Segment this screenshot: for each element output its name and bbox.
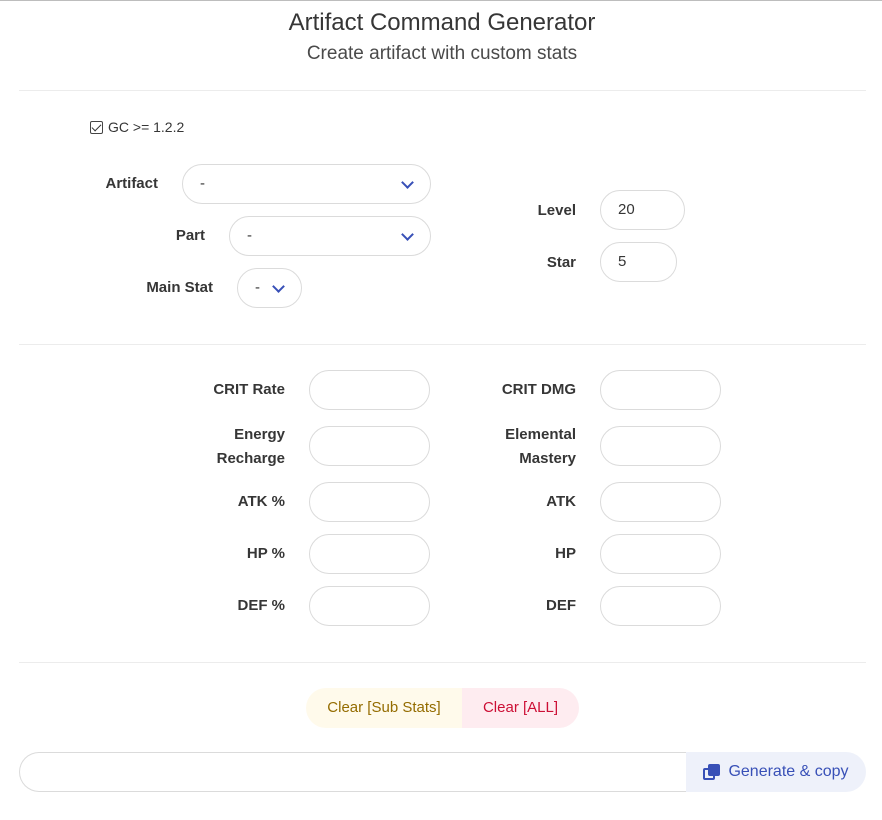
gc-version-checkbox[interactable]: GC >= 1.2.2 <box>90 119 184 135</box>
hp-label: HP <box>555 545 576 562</box>
divider <box>19 90 866 91</box>
clear-all-button[interactable]: Clear [ALL] <box>462 688 579 728</box>
energy-recharge-input[interactable] <box>309 426 430 466</box>
chevron-down-icon <box>272 280 285 293</box>
main-stat-select-value: - <box>255 279 260 296</box>
main-stat-label: Main Stat <box>146 279 213 296</box>
artifact-select-value: - <box>200 175 205 192</box>
atk-label: ATK <box>546 493 576 510</box>
energy-recharge-label: Energy Recharge <box>180 423 285 471</box>
generate-copy-button[interactable]: Generate & copy <box>686 752 866 792</box>
crit-rate-input[interactable] <box>309 370 430 410</box>
star-label: Star <box>546 254 576 271</box>
atk-pct-input[interactable] <box>309 482 430 522</box>
crit-dmg-input[interactable] <box>600 370 721 410</box>
main-stat-select[interactable]: - <box>237 268 302 308</box>
copy-icon <box>703 763 721 781</box>
elemental-mastery-input[interactable] <box>600 426 721 466</box>
level-input[interactable]: 20 <box>600 190 685 230</box>
divider <box>19 662 866 663</box>
hp-pct-input[interactable] <box>309 534 430 574</box>
level-label: Level <box>537 202 576 219</box>
star-input[interactable]: 5 <box>600 242 677 282</box>
generate-copy-label: Generate & copy <box>728 763 849 780</box>
part-select[interactable]: - <box>229 216 431 256</box>
chevron-down-icon <box>401 228 414 241</box>
crit-dmg-label: CRIT DMG <box>501 381 576 398</box>
elemental-mastery-label-line1: Elemental <box>505 426 576 443</box>
artifact-select[interactable]: - <box>182 164 431 204</box>
part-label: Part <box>175 227 205 244</box>
chevron-down-icon <box>401 176 414 189</box>
def-label: DEF <box>546 597 576 614</box>
part-select-value: - <box>247 227 252 244</box>
divider <box>19 344 866 345</box>
atk-input[interactable] <box>600 482 721 522</box>
artifact-label: Artifact <box>105 175 158 192</box>
page-title: Artifact Command Generator <box>288 9 596 36</box>
def-input[interactable] <box>600 586 721 626</box>
checkbox-checked-icon[interactable] <box>90 120 103 134</box>
crit-rate-label: CRIT Rate <box>213 381 285 398</box>
command-output-field[interactable] <box>19 752 687 792</box>
energy-recharge-label-line2: Recharge <box>216 450 285 467</box>
def-pct-label: DEF % <box>237 597 285 614</box>
elemental-mastery-label-line2: Mastery <box>519 450 576 467</box>
hp-input[interactable] <box>600 534 721 574</box>
def-pct-input[interactable] <box>309 586 430 626</box>
hp-pct-label: HP % <box>246 545 285 562</box>
energy-recharge-label-line1: Energy <box>234 426 285 443</box>
atk-pct-label: ATK % <box>237 493 285 510</box>
page-subtitle: Create artifact with custom stats <box>306 43 578 64</box>
gc-version-label: GC >= 1.2.2 <box>108 119 185 135</box>
clear-sub-stats-button[interactable]: Clear [Sub Stats] <box>306 688 462 728</box>
elemental-mastery-label: Elemental Mastery <box>470 423 576 471</box>
